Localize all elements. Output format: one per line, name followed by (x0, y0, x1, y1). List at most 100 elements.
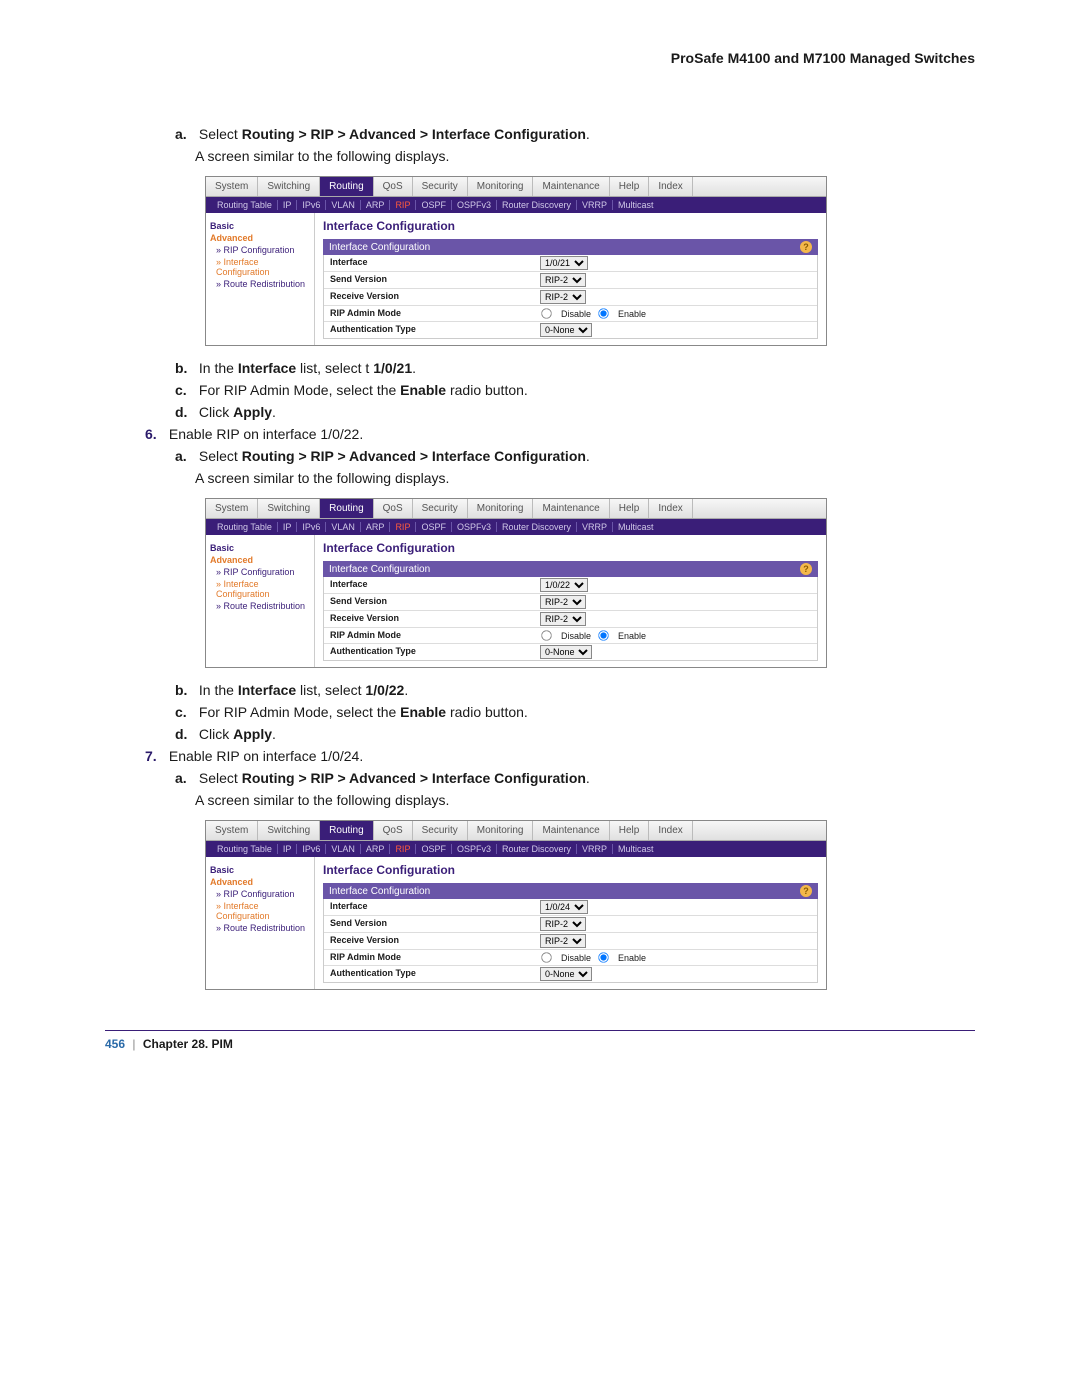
subtab-rip[interactable]: RIP (390, 522, 416, 532)
subtab-router-discovery[interactable]: Router Discovery (497, 844, 577, 854)
step-b2: b. In the Interface list, select 1/0/22. (175, 682, 975, 698)
subtab-ipv6[interactable]: IPv6 (297, 844, 326, 854)
sidenav-basic[interactable]: Basic (210, 543, 310, 553)
sidenav-basic[interactable]: Basic (210, 865, 310, 875)
interface-select[interactable]: 1/0/21 (540, 256, 588, 270)
subtab-rip[interactable]: RIP (390, 200, 416, 210)
subtab-router-discovery[interactable]: Router Discovery (497, 200, 577, 210)
tab-qos[interactable]: QoS (374, 499, 413, 518)
subtab-ospf[interactable]: OSPF (416, 200, 452, 210)
sidenav-item[interactable]: » Interface Configuration (216, 257, 310, 277)
subtab-ip[interactable]: IP (278, 200, 298, 210)
tab-security[interactable]: Security (413, 821, 468, 840)
subtab-arp[interactable]: ARP (361, 522, 391, 532)
sidenav-item[interactable]: » RIP Configuration (216, 245, 310, 255)
disable-radio[interactable] (541, 630, 551, 640)
tab-system[interactable]: System (206, 499, 258, 518)
auth-type-select[interactable]: 0-None (540, 645, 592, 659)
subtab-ip[interactable]: IP (278, 522, 298, 532)
sidenav-item[interactable]: » Interface Configuration (216, 901, 310, 921)
subtab-ospfv3[interactable]: OSPFv3 (452, 522, 497, 532)
subtab-multicast[interactable]: Multicast (613, 200, 659, 210)
tab-switching[interactable]: Switching (258, 177, 320, 196)
sidenav-advanced[interactable]: Advanced (210, 233, 310, 243)
sidenav-advanced[interactable]: Advanced (210, 877, 310, 887)
tab-maintenance[interactable]: Maintenance (533, 821, 609, 840)
field-value: 0-None (536, 322, 817, 338)
subtab-router-discovery[interactable]: Router Discovery (497, 522, 577, 532)
subtab-ip[interactable]: IP (278, 844, 298, 854)
subtab-ospf[interactable]: OSPF (416, 522, 452, 532)
tab-index[interactable]: Index (649, 499, 692, 518)
text: For RIP Admin Mode, select the (199, 382, 400, 398)
receive-version-select[interactable]: RIP-2 (540, 934, 586, 948)
sidenav-item[interactable]: » Route Redistribution (216, 923, 310, 933)
tab-system[interactable]: System (206, 177, 258, 196)
tab-qos[interactable]: QoS (374, 821, 413, 840)
subtab-arp[interactable]: ARP (361, 200, 391, 210)
interface-select[interactable]: 1/0/24 (540, 900, 588, 914)
disable-radio[interactable] (541, 308, 551, 318)
sidenav-item[interactable]: » Interface Configuration (216, 579, 310, 599)
tab-routing[interactable]: Routing (320, 177, 373, 196)
tab-qos[interactable]: QoS (374, 177, 413, 196)
subtab-multicast[interactable]: Multicast (613, 522, 659, 532)
tab-help[interactable]: Help (610, 821, 650, 840)
tab-index[interactable]: Index (649, 177, 692, 196)
tab-help[interactable]: Help (610, 177, 650, 196)
subtab-routing-table[interactable]: Routing Table (212, 844, 278, 854)
tab-monitoring[interactable]: Monitoring (468, 177, 534, 196)
enable-radio[interactable] (598, 308, 608, 318)
subtab-ipv6[interactable]: IPv6 (297, 522, 326, 532)
subtab-ospfv3[interactable]: OSPFv3 (452, 844, 497, 854)
subtab-rip[interactable]: RIP (390, 844, 416, 854)
sidenav-item[interactable]: » RIP Configuration (216, 567, 310, 577)
sidenav-basic[interactable]: Basic (210, 221, 310, 231)
sidenav-item[interactable]: » Route Redistribution (216, 601, 310, 611)
subtab-routing-table[interactable]: Routing Table (212, 522, 278, 532)
tab-security[interactable]: Security (413, 177, 468, 196)
subtab-ospfv3[interactable]: OSPFv3 (452, 200, 497, 210)
subtab-routing-table[interactable]: Routing Table (212, 200, 278, 210)
subtab-vrrp[interactable]: VRRP (577, 200, 613, 210)
tab-index[interactable]: Index (649, 821, 692, 840)
tab-routing[interactable]: Routing (320, 499, 373, 518)
tab-routing[interactable]: Routing (320, 821, 373, 840)
receive-version-select[interactable]: RIP-2 (540, 290, 586, 304)
separator: | (132, 1037, 135, 1051)
auth-type-select[interactable]: 0-None (540, 323, 592, 337)
tab-monitoring[interactable]: Monitoring (468, 499, 534, 518)
send-version-select[interactable]: RIP-2 (540, 273, 586, 287)
tab-help[interactable]: Help (610, 499, 650, 518)
help-icon[interactable]: ? (800, 563, 812, 575)
subtab-arp[interactable]: ARP (361, 844, 391, 854)
enable-radio[interactable] (598, 630, 608, 640)
tab-maintenance[interactable]: Maintenance (533, 499, 609, 518)
subtab-ipv6[interactable]: IPv6 (297, 200, 326, 210)
help-icon[interactable]: ? (800, 241, 812, 253)
send-version-select[interactable]: RIP-2 (540, 917, 586, 931)
subtab-vrrp[interactable]: VRRP (577, 844, 613, 854)
enable-radio[interactable] (598, 952, 608, 962)
tab-system[interactable]: System (206, 821, 258, 840)
subtab-vlan[interactable]: VLAN (326, 522, 361, 532)
disable-radio[interactable] (541, 952, 551, 962)
tab-switching[interactable]: Switching (258, 499, 320, 518)
subtab-vlan[interactable]: VLAN (326, 200, 361, 210)
send-version-select[interactable]: RIP-2 (540, 595, 586, 609)
tab-monitoring[interactable]: Monitoring (468, 821, 534, 840)
subtab-vrrp[interactable]: VRRP (577, 522, 613, 532)
receive-version-select[interactable]: RIP-2 (540, 612, 586, 626)
subtab-vlan[interactable]: VLAN (326, 844, 361, 854)
sidenav-advanced[interactable]: Advanced (210, 555, 310, 565)
subtab-multicast[interactable]: Multicast (613, 844, 659, 854)
tab-maintenance[interactable]: Maintenance (533, 177, 609, 196)
sidenav-item[interactable]: » Route Redistribution (216, 279, 310, 289)
help-icon[interactable]: ? (800, 885, 812, 897)
auth-type-select[interactable]: 0-None (540, 967, 592, 981)
subtab-ospf[interactable]: OSPF (416, 844, 452, 854)
sidenav-item[interactable]: » RIP Configuration (216, 889, 310, 899)
tab-switching[interactable]: Switching (258, 821, 320, 840)
interface-select[interactable]: 1/0/22 (540, 578, 588, 592)
tab-security[interactable]: Security (413, 499, 468, 518)
